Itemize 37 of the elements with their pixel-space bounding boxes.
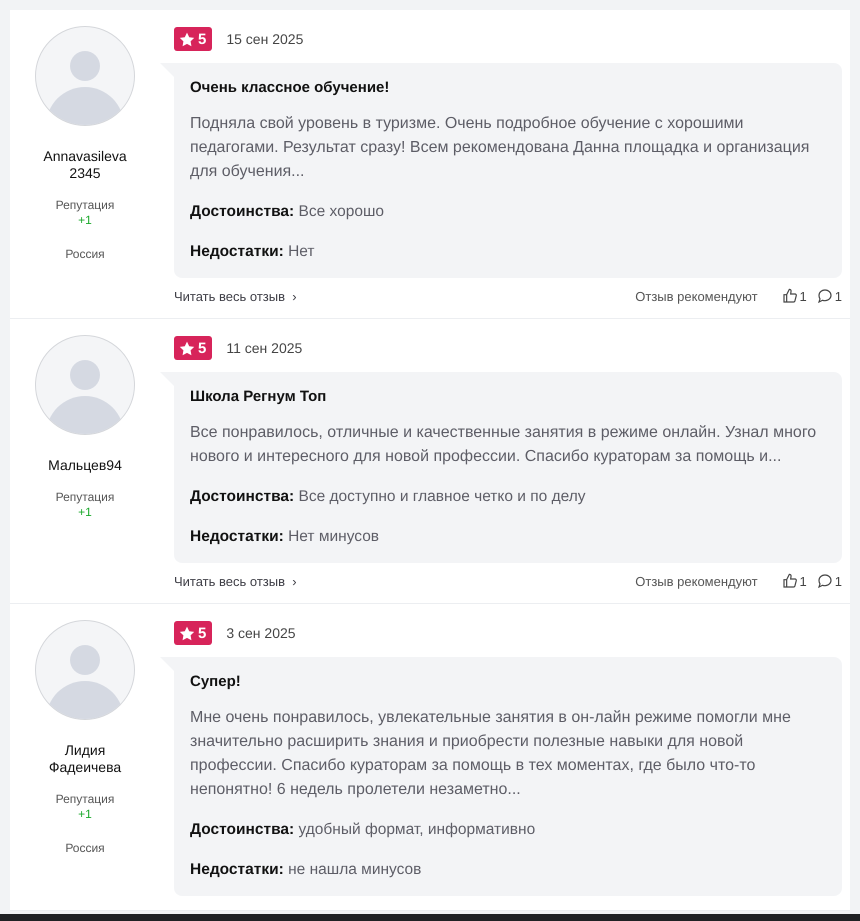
comment-button[interactable]: 1 — [816, 573, 842, 589]
review-title: Очень классное обучение! — [190, 79, 390, 96]
reputation-label: Репутация — [56, 490, 114, 504]
review-text: Мне очень понравилось, увлекательные занятия в он-лайн режиме помогли мне значительно расширить знания и приобрести полезные навыки для новой профессии. Спасибо кураторам за помощь в тех моментах, где было что-то непонятно! 6 недель пролетели незаметно... — [190, 708, 792, 800]
review-date: 11 сен 2025 — [226, 340, 302, 356]
reputation-label: Репутация — [56, 792, 114, 806]
recommend-label: Отзыв рекомендуют — [635, 574, 758, 588]
recommend-label: Отзыв рекомендуют — [635, 288, 758, 304]
author-country: Россия — [65, 247, 105, 261]
reputation-value: +1 — [78, 213, 92, 227]
author-name[interactable]: Мальцев94 — [30, 457, 140, 474]
review-text: Все понравилось, отличные и качественные занятия в режиме онлайн. Узнал много нового и интересного для новой профессии. Спасибо кураторам за помощь и... — [190, 423, 818, 467]
author-country: Россия — [65, 841, 105, 855]
review-date: 3 сен 2025 — [226, 625, 296, 641]
review-cons: Недостатки: Нет минусов — [190, 527, 380, 547]
comment-button[interactable]: 1 — [816, 288, 842, 304]
review-cons: Недостатки: Нет — [190, 242, 316, 262]
reputation-value: +1 — [78, 505, 92, 519]
like-button[interactable]: 1 — [782, 288, 807, 304]
rating-badge: 5 — [174, 27, 212, 51]
review-title: Школа Регнум Топ — [190, 388, 328, 405]
rating-badge: 5 — [174, 336, 212, 360]
like-button[interactable]: 1 — [782, 573, 807, 589]
review-title: Супер! — [190, 673, 242, 690]
review-pros: Достоинства: Все доступно и главное четко и по делу — [190, 487, 587, 507]
reputation-value: +1 — [78, 807, 92, 821]
read-full-review-link[interactable]: Читать весь отзыв › — [174, 288, 297, 304]
review-text: Подняла свой уровень в туризме. Очень подробное обучение с хорошими педагогами. Результат сразу! Всем рекомендована Данна площадка и организация для обучения... — [190, 114, 810, 182]
author-name[interactable]: Annavasileva 2345 — [30, 148, 140, 182]
rating-badge: 5 — [174, 621, 212, 645]
author-name[interactable]: Лидия Фадеичева — [30, 742, 140, 776]
read-full-review-link[interactable]: Читать весь отзыв › — [174, 574, 297, 588]
review-pros: Достоинства: удобный формат, информативно — [190, 820, 536, 840]
reputation-label: Репутация — [56, 198, 114, 212]
review-date: 15 сен 2025 — [226, 31, 304, 47]
review-pros: Достоинства: Все хорошо — [190, 202, 386, 222]
review-cons: Недостатки: не нашла минусов — [190, 860, 422, 880]
